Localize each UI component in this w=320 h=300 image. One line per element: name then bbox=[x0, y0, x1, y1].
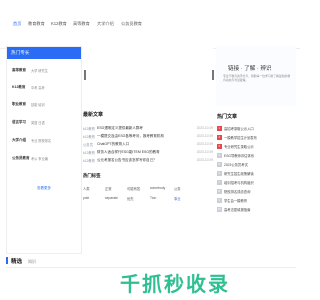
rank-badge: 7 bbox=[217, 180, 222, 185]
tag-link[interactable]: separate bbox=[105, 196, 118, 200]
hot-article-title[interactable]: 高招考录取公示入口 bbox=[224, 126, 254, 131]
article-row[interactable]: k12教育 公元考报名公告书应该怎样写你自己？ 2023-10-09 bbox=[83, 158, 213, 164]
nav-item-home[interactable]: 首页 bbox=[13, 21, 21, 27]
rank-badge: 5 bbox=[217, 162, 222, 167]
rank-badge: 4 bbox=[217, 153, 222, 158]
nav-item-civil-service[interactable]: 公务员教育 bbox=[121, 21, 142, 27]
category-header: 热门专长 bbox=[7, 47, 81, 59]
rank-badge: 10 bbox=[217, 207, 222, 212]
rank-badge: 2 bbox=[217, 135, 222, 140]
category-subitems[interactable]: 中考 高考 bbox=[31, 85, 45, 90]
article-tag[interactable]: k12教育 bbox=[83, 134, 95, 139]
category-name[interactable]: K12教育 bbox=[12, 85, 25, 90]
article-row[interactable]: k12教育 ESG透明定义提供最新人群考 2023-10-09 bbox=[83, 126, 213, 132]
nav-item-k12[interactable]: K12教育 bbox=[51, 21, 67, 27]
slogan-title: 链接 · 了解 · 辨识 bbox=[228, 66, 272, 72]
article-tag[interactable]: k12教育 bbox=[83, 126, 95, 131]
hot-article-title[interactable]: 研究生招生政策解读 bbox=[224, 171, 254, 176]
hot-article-title[interactable]: 高考志愿填报指南 bbox=[224, 207, 250, 212]
tag-link[interactable]: 可能有答 bbox=[127, 186, 140, 191]
article-title[interactable]: ChatGPT的教育入口 bbox=[97, 142, 129, 147]
nav-item-higher-education[interactable]: 高等教育 bbox=[73, 21, 90, 27]
top-nav: 首页 教育教育 K12教育 高等教育 大学介绍 公务员教育 bbox=[0, 0, 300, 49]
article-tag[interactable]: 公务员 bbox=[83, 142, 93, 147]
article-row[interactable]: k12教育 财务人适合样行ESG能ITEM ESG的教育 2023-10-09 bbox=[83, 150, 213, 156]
article-date: 2023-10-09 bbox=[196, 150, 213, 154]
hot-article-title[interactable]: 专业研究生录取公示 bbox=[224, 144, 254, 149]
article-row[interactable]: 公务员 ChatGPT的教育入口 2023-10-09 bbox=[83, 142, 213, 148]
category-name[interactable]: 大学介绍 bbox=[12, 138, 26, 143]
category-name[interactable]: 职业教育 bbox=[12, 102, 26, 107]
category-name[interactable]: 高等教育 bbox=[12, 68, 26, 73]
slogan-panel: 链接 · 了解 · 辨识 专注于教育资讯分享，帮助每一位学习者了解最新的教育动态… bbox=[216, 46, 296, 106]
article-tag[interactable]: k12教育 bbox=[83, 150, 95, 155]
hot-article-title[interactable]: 学生会一模教育 bbox=[224, 198, 247, 203]
tag-link[interactable]: Tion bbox=[150, 196, 156, 200]
tag-link[interactable]: pole bbox=[83, 196, 89, 200]
picks-title: 精选 bbox=[11, 259, 23, 265]
article-tag[interactable]: k12教育 bbox=[83, 158, 95, 163]
hot-tags-title: 热门标签 bbox=[83, 173, 101, 178]
rank-badge: 9 bbox=[217, 198, 222, 203]
rank-badge: 6 bbox=[217, 171, 222, 176]
category-subitems[interactable]: 考公 事业编 bbox=[31, 156, 48, 161]
hot-article-title[interactable]: 2023公务员考试 bbox=[224, 162, 248, 167]
picks-subtitle: 知识 bbox=[28, 258, 36, 264]
banner-carousel[interactable] bbox=[83, 46, 214, 106]
tag-link[interactable]: 事业 bbox=[174, 196, 181, 201]
picks-accent-bar bbox=[6, 257, 8, 264]
article-title[interactable]: 一模提交及由ESG各等考问，报考教育机构 bbox=[97, 134, 164, 139]
tag-link[interactable]: 优先 bbox=[127, 196, 134, 201]
nav-item-university[interactable]: 大学介绍 bbox=[97, 21, 114, 27]
carousel-next-arrow[interactable] bbox=[212, 70, 214, 80]
article-date: 2023-10-09 bbox=[196, 158, 213, 162]
hot-article-title[interactable]: 一模教学招生计划发布 bbox=[224, 135, 257, 140]
tag-link[interactable]: 公务 bbox=[174, 186, 181, 191]
rank-badge: 8 bbox=[217, 189, 222, 194]
tag-link[interactable]: somebody bbox=[150, 186, 165, 190]
nav-item-education[interactable]: 教育教育 bbox=[28, 21, 45, 27]
hot-article-title[interactable]: ESG导教师评估体系 bbox=[224, 153, 254, 158]
tag-link[interactable]: 正常 bbox=[105, 186, 112, 191]
category-name[interactable]: 语言学习 bbox=[12, 120, 26, 125]
watermark-logo: 千抓秒收录 bbox=[120, 274, 230, 296]
slogan-description: 专注于教育资讯分享，帮助每一位学习者了解最新的教育动态与考试政策。 bbox=[223, 74, 291, 82]
article-title[interactable]: 公元考报名公告书应该怎样写你自己？ bbox=[97, 158, 157, 163]
article-title[interactable]: 财务人适合样行ESG能ITEM ESG的教育 bbox=[97, 150, 160, 155]
rank-badge: 3 bbox=[217, 144, 222, 149]
rank-badge: 1 bbox=[217, 126, 222, 131]
hot-article-title[interactable]: 院校排名成绩查询 bbox=[224, 189, 250, 194]
category-sidebar: 热门专长 高等教育 大学 研究生 K12教育 中考 高考 职业教育 技能 培训 … bbox=[6, 46, 82, 254]
carousel-prev-arrow[interactable] bbox=[84, 70, 86, 80]
article-row[interactable]: k12教育 一模提交及由ESG各等考问，报考教育机构 2023-10-09 bbox=[83, 134, 213, 140]
category-subitems[interactable]: 大学 研究生 bbox=[31, 68, 48, 73]
category-subitems[interactable]: 技能 培训 bbox=[31, 102, 45, 107]
view-more-link[interactable]: 查看更多 bbox=[37, 186, 51, 191]
category-name[interactable]: 公务员教育 bbox=[12, 156, 30, 161]
article-date: 2023-10-09 bbox=[196, 126, 213, 130]
latest-articles-title: 最新文章 bbox=[83, 112, 104, 118]
category-header-title: 热门专长 bbox=[11, 50, 30, 56]
hot-articles-title: 热门文章 bbox=[217, 114, 238, 120]
category-subitems[interactable]: 英语 日语 bbox=[31, 120, 45, 125]
hot-article-title[interactable]: 培训招考与机构组织 bbox=[224, 180, 254, 185]
article-title[interactable]: ESG透明定义提供最新人群考 bbox=[97, 126, 143, 131]
article-date: 2023-10-09 bbox=[196, 142, 213, 146]
tag-link[interactable]: 人类 bbox=[83, 186, 90, 191]
article-date: 2023-10-09 bbox=[196, 134, 213, 138]
category-subitems[interactable]: 专业 院校排名 bbox=[31, 138, 51, 143]
